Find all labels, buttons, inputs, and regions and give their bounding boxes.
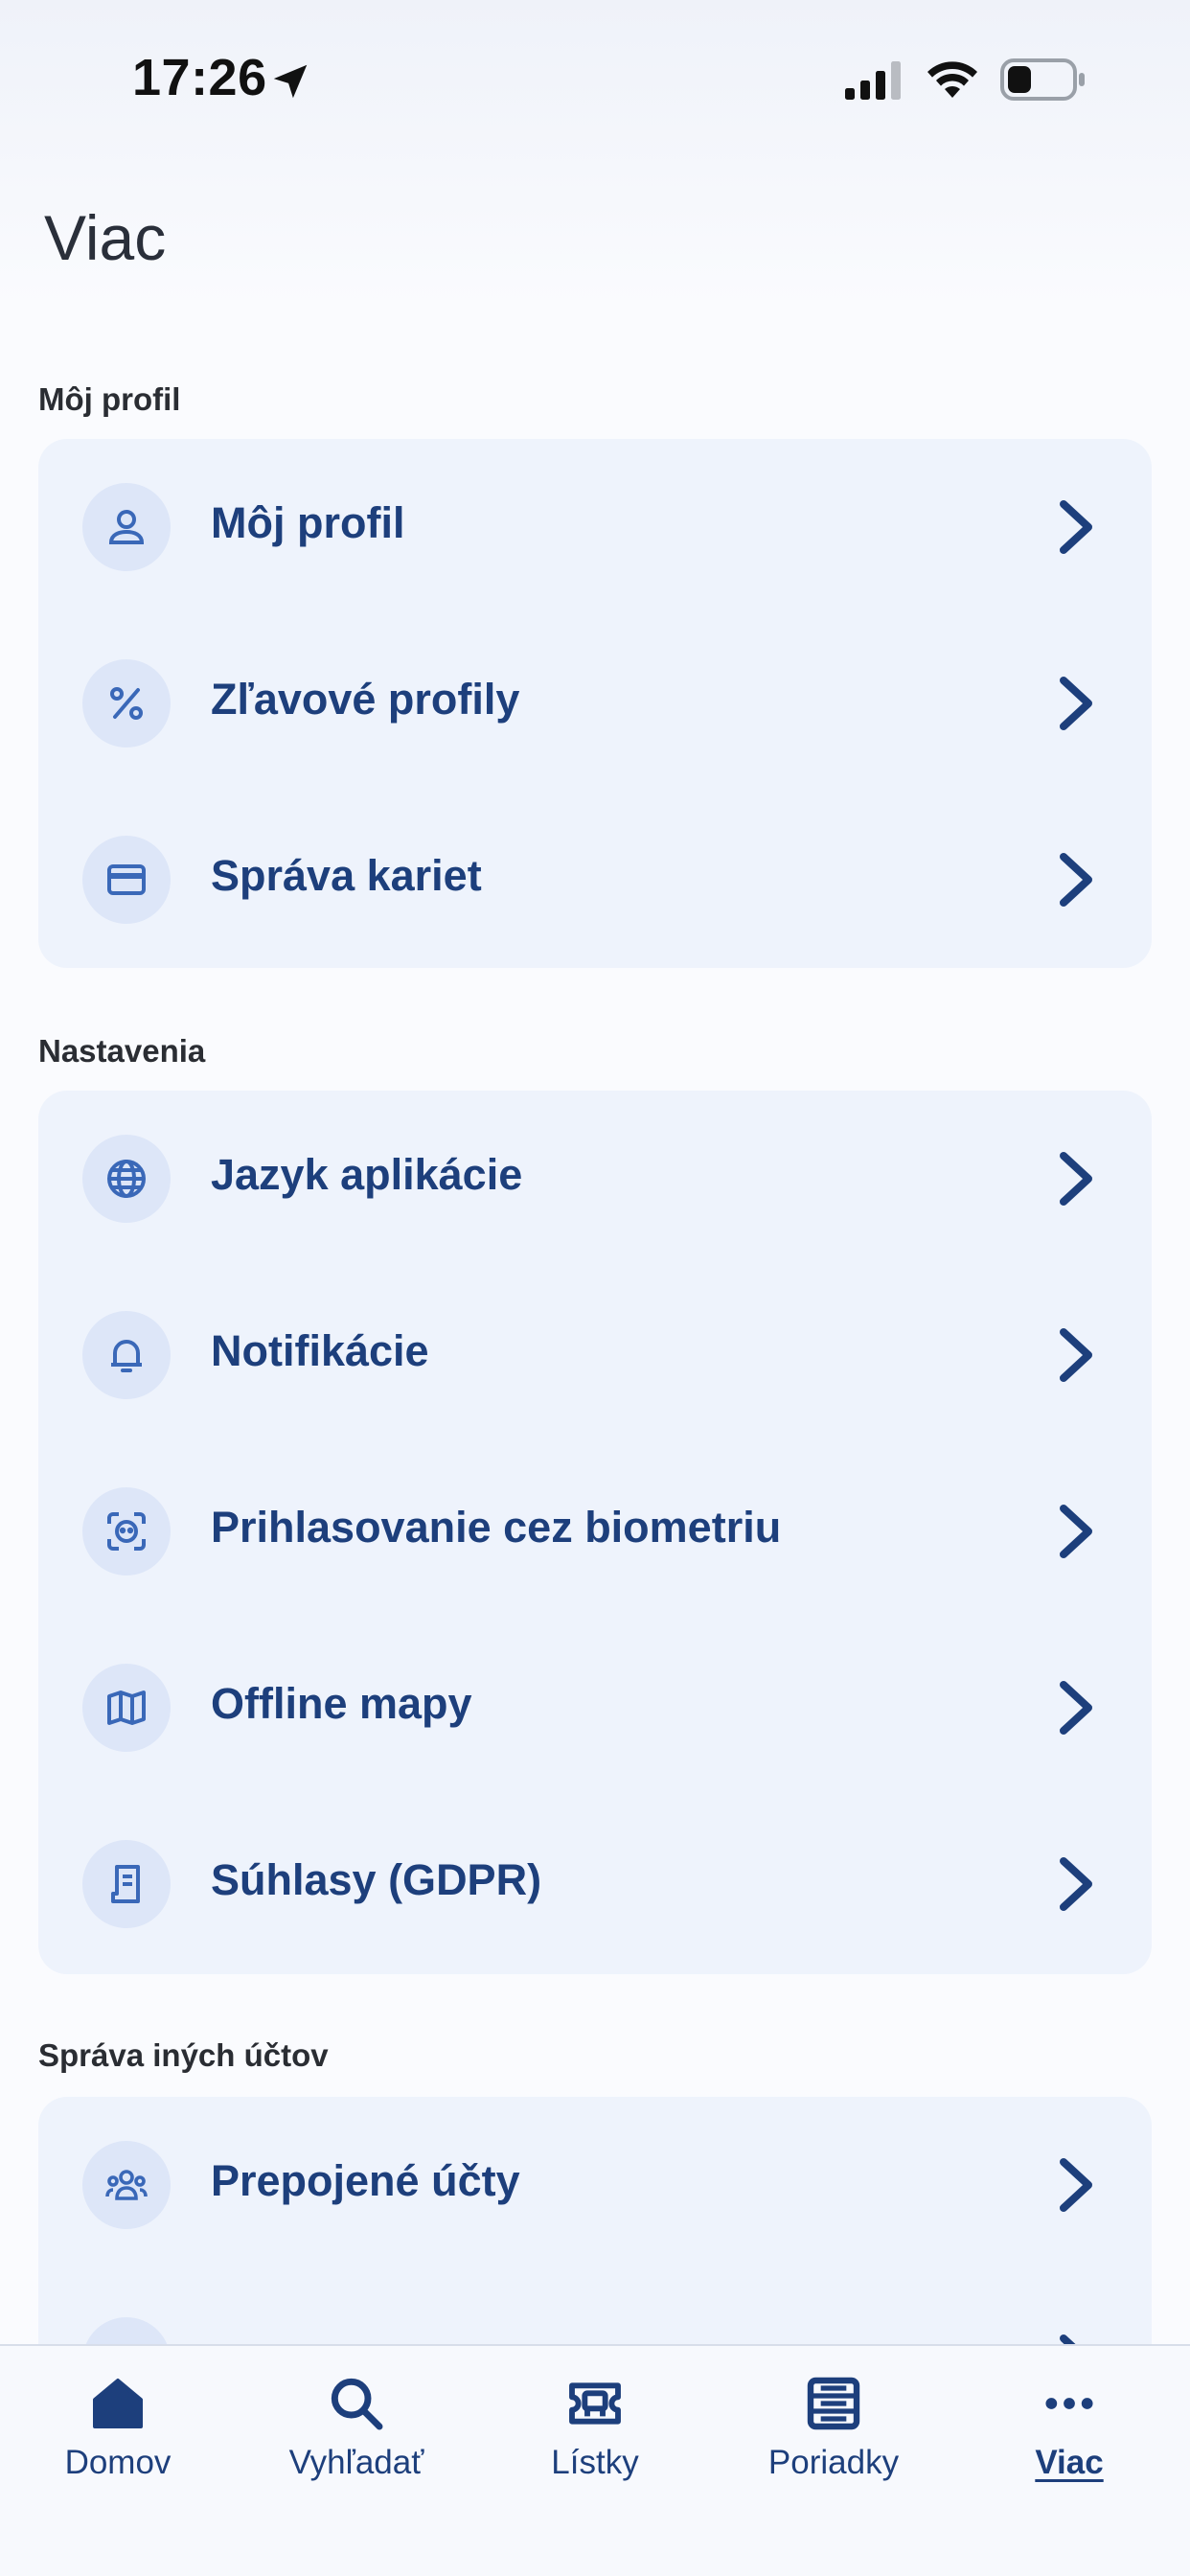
section-title-settings: Nastavenia — [38, 1033, 206, 1069]
chevron-right-icon — [1060, 2158, 1092, 2212]
page-title: Viac — [44, 202, 167, 273]
ticket-icon — [569, 2382, 621, 2425]
cellular-signal-icon — [845, 61, 901, 100]
menu-item-label: Správa kariet — [211, 851, 482, 900]
nav-search[interactable]: Vyhľadať — [251, 2367, 462, 2511]
settings-group: Jazyk aplikácie Notifikácie Prihlasovani… — [38, 1091, 1152, 1974]
chevron-right-icon — [1060, 1328, 1092, 1382]
chevron-right-icon — [1060, 853, 1092, 907]
nav-label: Vyhľadať — [288, 2444, 424, 2481]
nav-label: Poriadky — [767, 2444, 900, 2481]
chevron-right-icon — [1060, 1681, 1092, 1735]
menu-item-label: Prihlasovanie cez biometriu — [211, 1503, 782, 1552]
section-title-profile: Môj profil — [38, 381, 181, 417]
percent-icon — [82, 659, 171, 748]
home-icon — [93, 2379, 143, 2428]
more-icon — [1045, 2398, 1093, 2409]
chevron-right-icon — [1060, 500, 1092, 554]
menu-item-label: Môj profil — [211, 498, 405, 547]
chevron-right-icon — [1060, 677, 1092, 730]
menu-item-label: Jazyk aplikácie — [211, 1150, 523, 1199]
status-time: 17:26 — [132, 49, 267, 106]
nav-tickets[interactable]: Lístky — [490, 2367, 700, 2511]
menu-item-discount-profiles[interactable]: Zľavové profily — [38, 615, 1152, 792]
status-bar: 17:26 — [0, 0, 1190, 153]
nav-more[interactable]: Viac — [964, 2367, 1175, 2511]
more-screen: 17:26 Viac Môj profil Môj profil Zľavové… — [0, 0, 1190, 2576]
bell-icon — [82, 1311, 171, 1399]
globe-icon — [82, 1135, 171, 1223]
nav-home[interactable]: Domov — [12, 2367, 223, 2511]
document-icon — [82, 1840, 171, 1928]
battery-icon — [1000, 58, 1085, 101]
bottom-navigation: Domov Vyhľadať Lístky Poriadky Viac — [0, 2344, 1190, 2576]
section-title-other-accounts: Správa iných účtov — [38, 2037, 329, 2073]
location-arrow-icon — [273, 64, 308, 99]
nav-label: Domov — [64, 2444, 172, 2481]
menu-item-card-management[interactable]: Správa kariet — [38, 792, 1152, 968]
chevron-right-icon — [1060, 1857, 1092, 1911]
people-icon — [82, 2141, 171, 2229]
menu-item-biometric-login[interactable]: Prihlasovanie cez biometriu — [38, 1443, 1152, 1620]
nav-label: Viac — [1035, 2444, 1104, 2481]
menu-item-linked-accounts[interactable]: Prepojené účty — [38, 2097, 1152, 2273]
chevron-right-icon — [1060, 1152, 1092, 1206]
map-icon — [82, 1664, 171, 1752]
menu-item-app-language[interactable]: Jazyk aplikácie — [38, 1091, 1152, 1267]
credit-card-icon — [82, 836, 171, 924]
chevron-right-icon — [1060, 1505, 1092, 1558]
nav-label: Lístky — [551, 2444, 639, 2481]
menu-item-label: Offline mapy — [211, 1679, 472, 1728]
wifi-icon — [927, 61, 977, 98]
menu-item-label: Prepojené účty — [211, 2156, 520, 2205]
menu-item-label: Súhlasy (GDPR) — [211, 1855, 542, 1904]
person-icon — [82, 483, 171, 571]
menu-item-gdpr-consents[interactable]: Súhlasy (GDPR) — [38, 1796, 1152, 1972]
menu-item-my-profile[interactable]: Môj profil — [38, 439, 1152, 615]
menu-item-notifications[interactable]: Notifikácie — [38, 1267, 1152, 1443]
timetable-icon — [807, 2377, 860, 2430]
profile-group: Môj profil Zľavové profily Správa kariet — [38, 439, 1152, 968]
face-id-icon — [82, 1487, 171, 1576]
menu-item-label: Zľavové profily — [211, 675, 520, 724]
nav-timetables[interactable]: Poriadky — [728, 2367, 939, 2511]
menu-item-offline-maps[interactable]: Offline mapy — [38, 1620, 1152, 1796]
search-icon — [331, 2378, 383, 2430]
menu-item-label: Notifikácie — [211, 1326, 429, 1375]
